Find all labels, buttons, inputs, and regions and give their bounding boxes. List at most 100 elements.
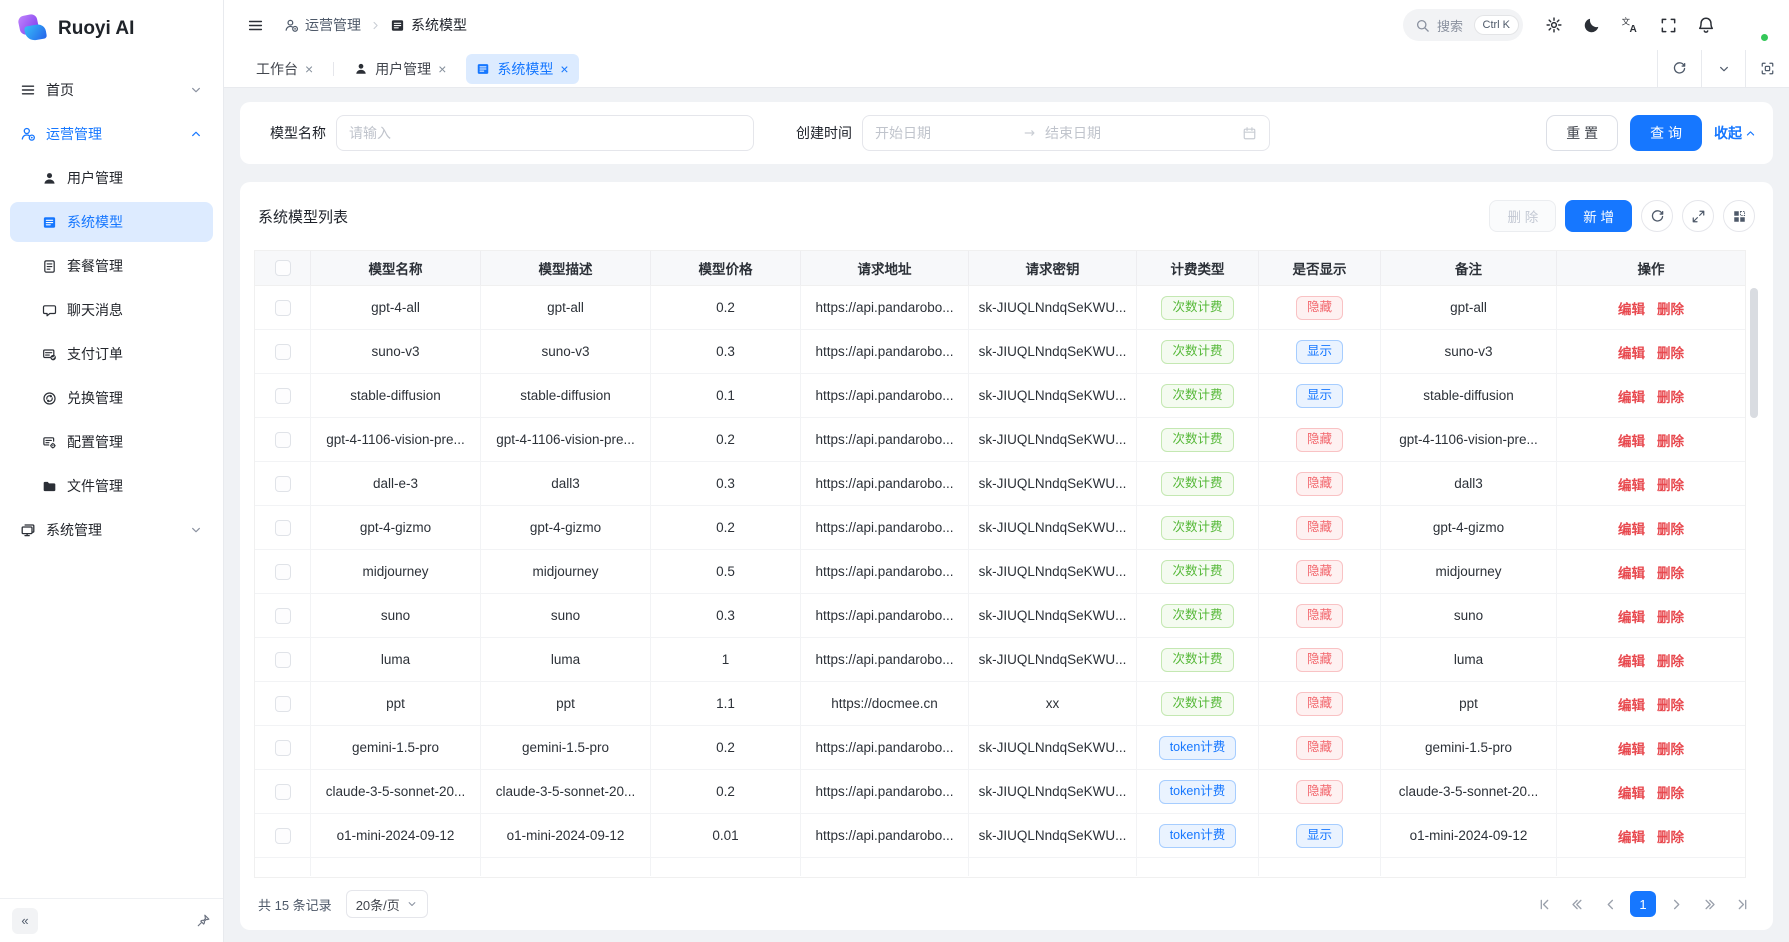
- edit-link[interactable]: 编辑: [1618, 386, 1645, 406]
- first-page-icon[interactable]: [1531, 891, 1557, 917]
- receipt-check-icon: [42, 347, 57, 362]
- sidebar-item-operations[interactable]: 运营管理: [10, 114, 213, 154]
- delete-link[interactable]: 删除: [1657, 782, 1684, 802]
- fullscreen-icon[interactable]: [1651, 8, 1685, 42]
- edit-link[interactable]: 编辑: [1618, 518, 1645, 538]
- model-name-input[interactable]: [336, 115, 754, 151]
- jump-forward-icon[interactable]: [1696, 891, 1722, 917]
- tab-user-management[interactable]: 用户管理 ×: [344, 54, 456, 84]
- sidebar-item-file-management[interactable]: 文件管理: [10, 466, 213, 506]
- row-checkbox[interactable]: [275, 564, 291, 580]
- previous-page-icon[interactable]: [1597, 891, 1623, 917]
- row-checkbox[interactable]: [275, 476, 291, 492]
- row-checkbox[interactable]: [275, 520, 291, 536]
- breadcrumb-page[interactable]: 系统模型: [390, 15, 467, 35]
- delete-link[interactable]: 删除: [1657, 474, 1684, 494]
- table-fullscreen-icon[interactable]: [1682, 200, 1714, 232]
- sidebar-item-package-management[interactable]: 套餐管理: [10, 246, 213, 286]
- tab-options-chevron-icon[interactable]: [1701, 50, 1745, 87]
- column-header-billing-type: 计费类型: [1137, 251, 1259, 285]
- row-checkbox[interactable]: [275, 432, 291, 448]
- edit-link[interactable]: 编辑: [1618, 606, 1645, 626]
- delete-link[interactable]: 删除: [1657, 430, 1684, 450]
- edit-link[interactable]: 编辑: [1618, 342, 1645, 362]
- cell-model-desc: gpt-4-gizmo: [481, 506, 651, 549]
- calendar-icon[interactable]: [1242, 126, 1257, 141]
- sidebar-item-system-model[interactable]: 系统模型: [10, 202, 213, 242]
- delete-link[interactable]: 删除: [1657, 298, 1684, 318]
- refresh-tab-icon[interactable]: [1657, 50, 1701, 87]
- notification-bell-icon[interactable]: [1689, 8, 1723, 42]
- breadcrumb-section[interactable]: 运营管理: [284, 15, 361, 35]
- hamburger-menu-icon[interactable]: [238, 8, 272, 42]
- date-range-picker[interactable]: [862, 115, 1270, 151]
- pin-icon[interactable]: [196, 913, 211, 928]
- page-size-select[interactable]: 20条/页: [346, 890, 428, 918]
- delete-link[interactable]: 删除: [1657, 386, 1684, 406]
- tab-workbench[interactable]: 工作台 ×: [246, 54, 323, 84]
- global-search[interactable]: 搜索 Ctrl K: [1403, 9, 1523, 41]
- cell-model-price: 0.2: [651, 726, 801, 769]
- edit-link[interactable]: 编辑: [1618, 738, 1645, 758]
- row-checkbox[interactable]: [275, 784, 291, 800]
- dark-mode-moon-icon[interactable]: [1575, 8, 1609, 42]
- sidebar-item-chat-messages[interactable]: 聊天消息: [10, 290, 213, 330]
- edit-link[interactable]: 编辑: [1618, 826, 1645, 846]
- edit-link[interactable]: 编辑: [1618, 430, 1645, 450]
- add-button[interactable]: 新 增: [1565, 200, 1632, 232]
- delete-link[interactable]: 删除: [1657, 694, 1684, 714]
- end-date-input[interactable]: [1045, 125, 1185, 141]
- table-refresh-icon[interactable]: [1641, 200, 1673, 232]
- settings-gear-icon[interactable]: [1537, 8, 1571, 42]
- tab-close-icon[interactable]: ×: [305, 62, 313, 76]
- delete-link[interactable]: 删除: [1657, 826, 1684, 846]
- select-all-checkbox[interactable]: [275, 260, 291, 276]
- edit-link[interactable]: 编辑: [1618, 782, 1645, 802]
- tab-close-icon[interactable]: ×: [438, 62, 446, 76]
- delete-link[interactable]: 删除: [1657, 342, 1684, 362]
- delete-link[interactable]: 删除: [1657, 738, 1684, 758]
- column-settings-icon[interactable]: [1723, 200, 1755, 232]
- search-button[interactable]: 查 询: [1630, 115, 1702, 151]
- sidebar-item-payment-orders[interactable]: 支付订单: [10, 334, 213, 374]
- table-vertical-scrollbar[interactable]: [1750, 288, 1758, 418]
- language-translate-icon[interactable]: [1613, 8, 1647, 42]
- sidebar-item-exchange-management[interactable]: 兑换管理: [10, 378, 213, 418]
- sidebar-collapse-button[interactable]: «: [12, 908, 38, 934]
- tab-close-icon[interactable]: ×: [560, 62, 568, 76]
- edit-link[interactable]: 编辑: [1618, 650, 1645, 670]
- row-checkbox[interactable]: [275, 344, 291, 360]
- row-checkbox[interactable]: [275, 300, 291, 316]
- cell-request-key: sk-JIUQLNndqSeKWU...: [969, 770, 1137, 813]
- cell-model-price: 0.2: [651, 418, 801, 461]
- edit-link[interactable]: 编辑: [1618, 474, 1645, 494]
- user-avatar[interactable]: [1735, 8, 1769, 42]
- row-checkbox[interactable]: [275, 696, 291, 712]
- edit-link[interactable]: 编辑: [1618, 298, 1645, 318]
- collapse-filter-link[interactable]: 收起: [1714, 123, 1757, 143]
- current-page-button[interactable]: 1: [1630, 891, 1656, 917]
- edit-link[interactable]: 编辑: [1618, 562, 1645, 582]
- start-date-input[interactable]: [875, 125, 1015, 141]
- sidebar-item-config-management[interactable]: 配置管理: [10, 422, 213, 462]
- sidebar-item-home[interactable]: 首页: [10, 70, 213, 110]
- sidebar-item-user-management[interactable]: 用户管理: [10, 158, 213, 198]
- row-checkbox[interactable]: [275, 740, 291, 756]
- row-checkbox[interactable]: [275, 388, 291, 404]
- delete-link[interactable]: 删除: [1657, 518, 1684, 538]
- delete-link[interactable]: 删除: [1657, 606, 1684, 626]
- sidebar-item-system-management[interactable]: 系统管理: [10, 510, 213, 550]
- reset-button[interactable]: 重 置: [1546, 115, 1618, 151]
- edit-link[interactable]: 编辑: [1618, 694, 1645, 714]
- content-fullscreen-icon[interactable]: [1745, 50, 1789, 87]
- row-checkbox[interactable]: [275, 608, 291, 624]
- delete-link[interactable]: 删除: [1657, 650, 1684, 670]
- tab-system-model[interactable]: 系统模型 ×: [466, 54, 578, 84]
- jump-back-icon[interactable]: [1564, 891, 1590, 917]
- delete-selected-button[interactable]: 删 除: [1489, 200, 1556, 232]
- delete-link[interactable]: 删除: [1657, 562, 1684, 582]
- last-page-icon[interactable]: [1729, 891, 1755, 917]
- next-page-icon[interactable]: [1663, 891, 1689, 917]
- row-checkbox[interactable]: [275, 828, 291, 844]
- row-checkbox[interactable]: [275, 652, 291, 668]
